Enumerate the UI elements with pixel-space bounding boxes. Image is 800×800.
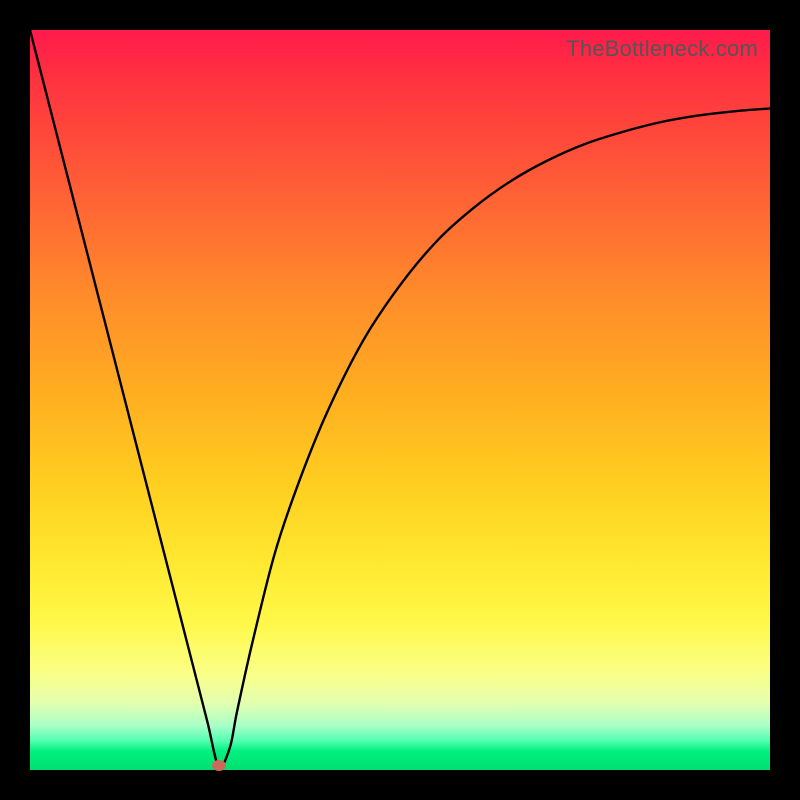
optimum-marker: [212, 760, 226, 771]
chart-plot-area: TheBottleneck.com: [30, 30, 770, 770]
bottleneck-curve: [30, 30, 770, 770]
